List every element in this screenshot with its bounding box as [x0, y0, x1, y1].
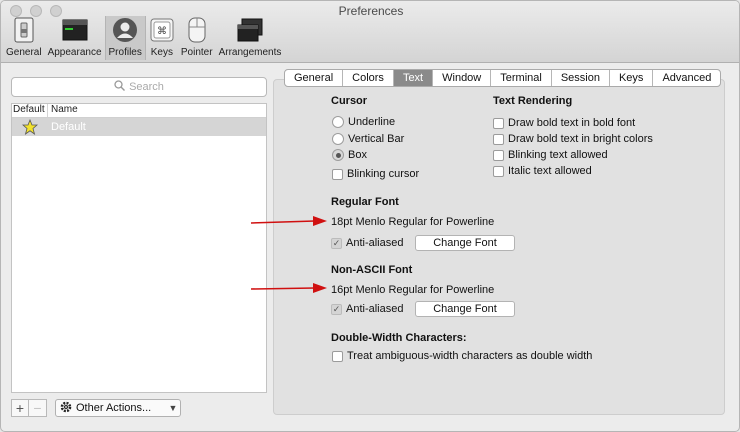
- non-ascii-font-heading: Non-ASCII Font: [331, 264, 413, 276]
- search-placeholder: Search: [129, 81, 164, 93]
- regular-antialiased-checkbox[interactable]: ✓: [331, 237, 342, 249]
- chevron-down-icon: ▼: [168, 403, 178, 413]
- regular-antialiased-label: Anti-aliased: [346, 237, 404, 249]
- toolbar-keys[interactable]: ⌘ Keys: [146, 16, 178, 60]
- cursor-box-label: Box: [348, 149, 367, 161]
- cursor-underline-label: Underline: [348, 116, 396, 128]
- tab-terminal[interactable]: Terminal: [491, 70, 552, 86]
- blinking-cursor-option[interactable]: Blinking cursor: [332, 168, 419, 180]
- cursor-heading: Cursor: [331, 95, 368, 107]
- add-profile-button[interactable]: +: [11, 399, 29, 417]
- toolbar-general[interactable]: General: [3, 16, 45, 60]
- toolbar-pointer[interactable]: Pointer: [178, 16, 216, 60]
- tab-general[interactable]: General: [285, 70, 344, 86]
- regular-font-heading: Regular Font: [331, 196, 399, 208]
- blinking-cursor-checkbox[interactable]: [332, 168, 343, 180]
- remove-profile-button[interactable]: −: [29, 399, 47, 417]
- double-width-checkbox[interactable]: [332, 350, 343, 362]
- windows-icon: [237, 17, 263, 43]
- other-actions-button[interactable]: Other Actions... ▼: [55, 399, 181, 417]
- blinking-text-option[interactable]: Blinking text allowed: [493, 149, 608, 161]
- cursor-box-option[interactable]: Box: [332, 149, 367, 161]
- preferences-window: Preferences General Appearance Profiles: [0, 0, 740, 432]
- bold-font-checkbox[interactable]: [493, 117, 504, 129]
- italic-text-checkbox[interactable]: [493, 165, 504, 177]
- regular-font-value: 18pt Menlo Regular for Powerline: [331, 216, 495, 228]
- column-header-default[interactable]: Default: [12, 104, 48, 117]
- profile-list-header: Default Name: [12, 104, 266, 118]
- column-header-name[interactable]: Name: [48, 104, 78, 117]
- bright-colors-checkbox[interactable]: [493, 133, 504, 145]
- double-width-heading: Double-Width Characters:: [331, 332, 467, 344]
- radio-box[interactable]: [332, 149, 344, 161]
- radio-underline[interactable]: [332, 116, 344, 128]
- toolbar-profiles[interactable]: Profiles: [104, 16, 146, 60]
- tab-text[interactable]: Text: [393, 70, 434, 86]
- search-input[interactable]: Search: [11, 77, 267, 97]
- bold-font-option[interactable]: Draw bold text in bold font: [493, 117, 635, 129]
- non-ascii-antialiased-option[interactable]: ✓ Anti-aliased: [331, 303, 403, 315]
- annotation-arrow-non-ascii: [250, 283, 327, 293]
- switch-icon: [11, 17, 37, 43]
- svg-text:⌘: ⌘: [157, 26, 167, 37]
- non-ascii-change-font-button[interactable]: Change Font: [415, 301, 515, 317]
- profile-name: Default: [51, 121, 86, 133]
- toolbar-profiles-label: Profiles: [108, 47, 142, 58]
- toolbar-pointer-label: Pointer: [180, 47, 213, 58]
- settings-tabs: General Colors Text Window Terminal Sess…: [284, 69, 722, 87]
- blinking-cursor-label: Blinking cursor: [347, 168, 420, 180]
- person-icon: [112, 17, 138, 43]
- mouse-icon: [184, 17, 210, 43]
- double-width-option[interactable]: Treat ambiguous-width characters as doub…: [332, 350, 592, 362]
- cursor-underline-option[interactable]: Underline: [332, 116, 395, 128]
- keyboard-icon: ⌘: [149, 17, 175, 43]
- toolbar-keys-label: Keys: [150, 47, 173, 58]
- profiles-panel: Search Default Name Default: [11, 77, 267, 393]
- blinking-text-checkbox[interactable]: [493, 149, 504, 161]
- toolbar: General Appearance Profiles ⌘ Keys Point…: [3, 16, 284, 60]
- toolbar-arrangements-label: Arrangements: [218, 47, 282, 58]
- window-icon: [62, 17, 88, 43]
- search-icon: [114, 80, 126, 94]
- radio-vertical-bar[interactable]: [332, 133, 344, 145]
- tab-colors[interactable]: Colors: [343, 70, 394, 86]
- regular-change-font-button[interactable]: Change Font: [415, 235, 515, 251]
- toolbar-arrangements[interactable]: Arrangements: [216, 16, 285, 60]
- tab-advanced[interactable]: Advanced: [653, 70, 720, 86]
- annotation-arrow-regular: [250, 216, 327, 226]
- double-width-label: Treat ambiguous-width characters as doub…: [347, 350, 593, 362]
- non-ascii-antialiased-label: Anti-aliased: [346, 303, 404, 315]
- bright-colors-option[interactable]: Draw bold text in bright colors: [493, 133, 653, 145]
- blinking-text-label: Blinking text allowed: [508, 149, 608, 161]
- italic-text-label: Italic text allowed: [508, 165, 592, 177]
- text-rendering-heading: Text Rendering: [493, 95, 573, 107]
- italic-text-option[interactable]: Italic text allowed: [493, 165, 592, 177]
- cursor-vertical-bar-label: Vertical Bar: [348, 133, 405, 145]
- bold-font-label: Draw bold text in bold font: [508, 117, 636, 129]
- title-bar: Preferences General Appearance Profiles: [1, 1, 739, 63]
- tab-session[interactable]: Session: [552, 70, 610, 86]
- other-actions-label: Other Actions...: [76, 402, 152, 414]
- gear-icon: [60, 401, 72, 416]
- toolbar-general-label: General: [6, 47, 42, 58]
- tab-window[interactable]: Window: [433, 70, 492, 86]
- toolbar-appearance-label: Appearance: [47, 47, 102, 58]
- bright-colors-label: Draw bold text in bright colors: [508, 133, 653, 145]
- star-icon: [12, 119, 48, 135]
- non-ascii-antialiased-checkbox[interactable]: ✓: [331, 303, 342, 315]
- profile-row[interactable]: Default: [12, 118, 266, 136]
- regular-antialiased-option[interactable]: ✓ Anti-aliased: [331, 237, 403, 249]
- profile-actions-bar: + − Other Actions... ▼: [11, 399, 181, 417]
- non-ascii-font-value: 16pt Menlo Regular for Powerline: [331, 284, 495, 296]
- cursor-vertical-bar-option[interactable]: Vertical Bar: [332, 133, 404, 145]
- tab-keys[interactable]: Keys: [610, 70, 654, 86]
- profile-list[interactable]: Default Name Default: [11, 103, 267, 393]
- toolbar-appearance[interactable]: Appearance: [45, 16, 105, 60]
